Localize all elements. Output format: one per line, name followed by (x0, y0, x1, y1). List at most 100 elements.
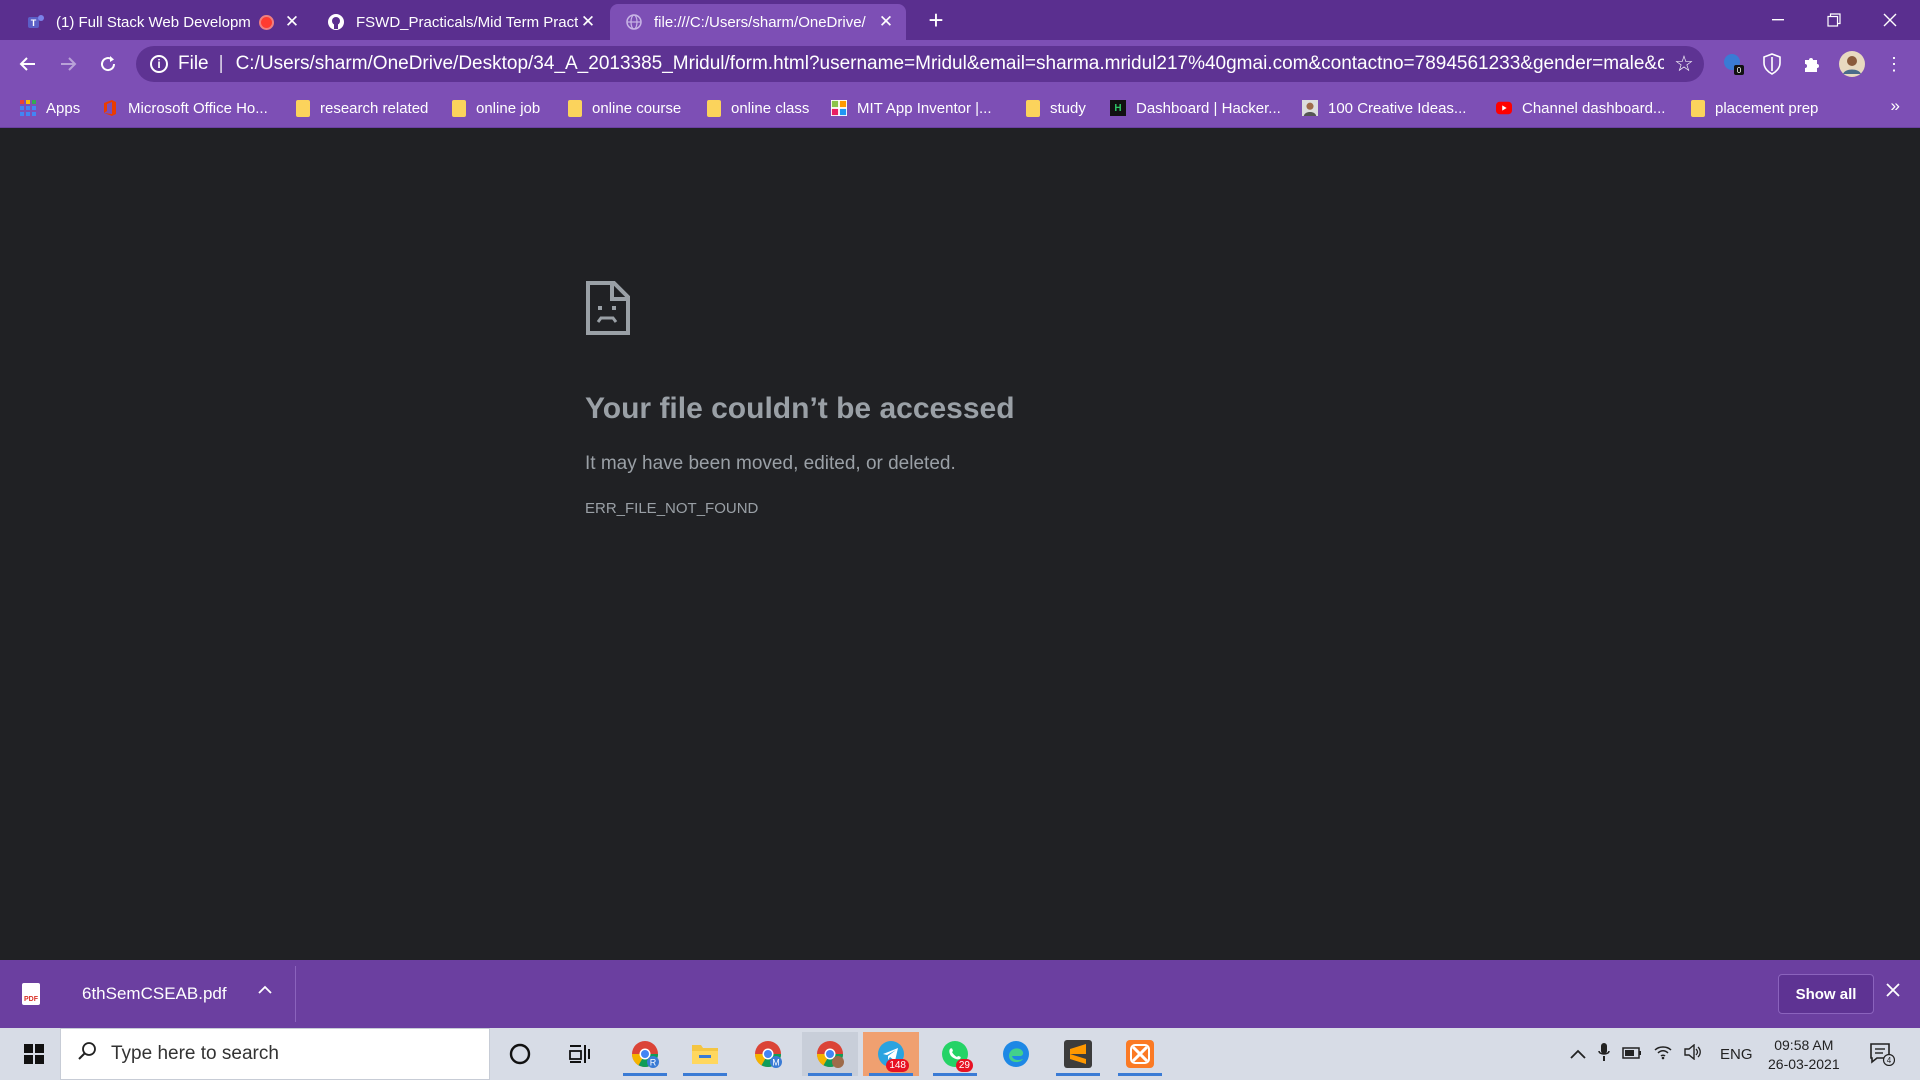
bookmark-label: 100 Creative Ideas... (1328, 99, 1467, 117)
folder-icon (568, 99, 582, 117)
wifi-icon[interactable] (1654, 1044, 1672, 1064)
address-bar[interactable]: i File | C:/Users/sharm/OneDrive/Desktop… (136, 46, 1704, 82)
reload-button[interactable] (92, 48, 124, 80)
bookmark-folder-study[interactable]: study (1026, 96, 1086, 120)
scheme-divider: | (218, 53, 224, 74)
bookmark-app-inventor[interactable]: MIT App Inventor |... (831, 96, 992, 120)
bookmarks-overflow-icon[interactable]: » (1891, 96, 1900, 116)
bookmark-label: placement prep (1715, 99, 1819, 117)
download-divider (295, 966, 296, 1022)
bookmark-folder-online-course[interactable]: online course (568, 96, 681, 120)
tab-strip: T (1) Full Stack Web Developm ✕ FSWD_Pra… (0, 0, 1920, 40)
bookmark-star-icon[interactable]: ☆ (1664, 51, 1704, 77)
download-filename: 6thSemCSEAB.pdf (82, 984, 227, 1003)
scheme-label: File (178, 53, 209, 74)
windows-taskbar: Type here to search R M 148 29 ENG 09:58… (0, 1028, 1920, 1080)
downloads-bar: PDF 6thSemCSEAB.pdf Show all (0, 960, 1920, 1028)
pdf-file-icon: PDF (22, 983, 40, 1005)
bookmark-label: Microsoft Office Ho... (128, 99, 268, 117)
svg-text:T: T (31, 18, 37, 28)
bookmark-label: Channel dashboard... (1522, 99, 1666, 117)
language-indicator[interactable]: ENG (1720, 1046, 1753, 1063)
running-indicator (808, 1073, 852, 1076)
tab-close-icon[interactable]: ✕ (282, 12, 302, 32)
sublime-text-icon[interactable] (1050, 1032, 1106, 1076)
battery-icon[interactable] (1622, 1046, 1642, 1063)
bookmark-label: online class (731, 99, 810, 117)
browser-toolbar: i File | C:/Users/sharm/OneDrive/Desktop… (0, 40, 1920, 88)
menu-dots-icon[interactable]: ⋮ (1880, 50, 1908, 78)
cortana-icon[interactable] (492, 1032, 548, 1076)
start-button[interactable] (10, 1028, 58, 1080)
telegram-icon[interactable]: 148 (863, 1032, 919, 1076)
chrome-photo-icon[interactable] (802, 1032, 858, 1076)
back-button[interactable] (12, 48, 44, 80)
running-indicator (1118, 1073, 1162, 1076)
chrome-r-icon[interactable]: R (617, 1032, 673, 1076)
profile-avatar[interactable] (1838, 50, 1866, 78)
bookmark-label: online course (592, 99, 682, 117)
bookmark-office[interactable]: Microsoft Office Ho... (102, 96, 268, 120)
chrome-m-icon[interactable]: M (740, 1032, 796, 1076)
forward-button[interactable] (52, 48, 84, 80)
folder-icon (1026, 99, 1040, 117)
bookmark-creative-ideas[interactable]: 100 Creative Ideas... (1302, 96, 1466, 120)
xampp-icon[interactable] (1112, 1032, 1168, 1076)
bookmark-label: MIT App Inventor |... (857, 99, 992, 117)
task-view-icon[interactable] (552, 1032, 608, 1076)
apps-grid-icon (20, 100, 36, 116)
extension-badge-icon[interactable]: 0 (1720, 50, 1748, 78)
microphone-icon[interactable] (1598, 1043, 1610, 1065)
tab-title: (1) Full Stack Web Developm (56, 13, 251, 31)
bookmark-folder-research[interactable]: research related (296, 96, 428, 120)
shield-icon[interactable] (1758, 50, 1786, 78)
volume-icon[interactable] (1684, 1043, 1702, 1064)
bookmarks-bar: Apps Microsoft Office Ho... research rel… (0, 88, 1920, 128)
minimize-button[interactable] (1750, 0, 1806, 40)
close-downloads-icon[interactable] (1886, 980, 1900, 1003)
bookmark-folder-online-job[interactable]: online job (452, 96, 540, 120)
info-icon[interactable]: i (150, 55, 168, 73)
tab-close-icon[interactable]: ✕ (578, 12, 598, 32)
system-clock[interactable]: 09:58 AM 26-03-2021 (1768, 1036, 1840, 1074)
url-text[interactable]: C:/Users/sharm/OneDrive/Desktop/34_A_201… (236, 53, 1664, 75)
tab-github[interactable]: FSWD_Practicals/Mid Term Practi ✕ (312, 4, 608, 40)
teams-icon: T (26, 12, 46, 32)
search-placeholder: Type here to search (111, 1043, 279, 1064)
taskbar-search-input[interactable]: Type here to search (60, 1028, 490, 1080)
recording-indicator-icon (261, 16, 272, 28)
close-window-button[interactable] (1862, 0, 1918, 40)
error-subtitle: It may have been moved, edited, or delet… (585, 453, 956, 474)
folder-icon (296, 99, 310, 117)
tab-close-icon[interactable]: ✕ (876, 12, 896, 32)
bookmark-label: study (1050, 99, 1086, 117)
search-icon (77, 1041, 97, 1067)
youtube-icon (1496, 100, 1512, 116)
bookmark-youtube[interactable]: Channel dashboard... (1496, 96, 1665, 120)
restore-button[interactable] (1806, 0, 1862, 40)
notification-count: 4 (1887, 1056, 1892, 1065)
chrome-profile-letter: R (650, 1058, 657, 1068)
show-all-button[interactable]: Show all (1778, 974, 1874, 1014)
extensions-puzzle-icon[interactable] (1798, 50, 1826, 78)
running-indicator (683, 1073, 727, 1076)
running-indicator (623, 1073, 667, 1076)
edge-icon[interactable] (988, 1032, 1044, 1076)
bookmark-apps[interactable]: Apps (20, 96, 80, 120)
whatsapp-icon[interactable]: 29 (927, 1032, 983, 1076)
chevron-up-icon[interactable] (258, 982, 272, 1000)
new-tab-button[interactable]: + (922, 6, 950, 34)
chevron-up-icon[interactable] (1570, 1046, 1586, 1063)
action-center-icon[interactable]: 4 (1866, 1038, 1898, 1070)
tab-teams[interactable]: T (1) Full Stack Web Developm ✕ (12, 4, 312, 40)
globe-icon (624, 12, 644, 32)
notification-badge: 148 (886, 1059, 909, 1072)
clock-date: 26-03-2021 (1768, 1056, 1840, 1072)
bookmark-hackerrank[interactable]: H Dashboard | Hacker... (1110, 96, 1281, 120)
avatar-icon (1302, 100, 1318, 116)
bookmark-folder-placement[interactable]: placement prep (1691, 96, 1818, 120)
file-explorer-icon[interactable] (677, 1032, 733, 1076)
bookmark-folder-online-class[interactable]: online class (707, 96, 809, 120)
download-item[interactable]: PDF 6thSemCSEAB.pdf (22, 974, 227, 1014)
tab-file-active[interactable]: file:///C:/Users/sharm/OneDrive/ ✕ (610, 4, 906, 40)
